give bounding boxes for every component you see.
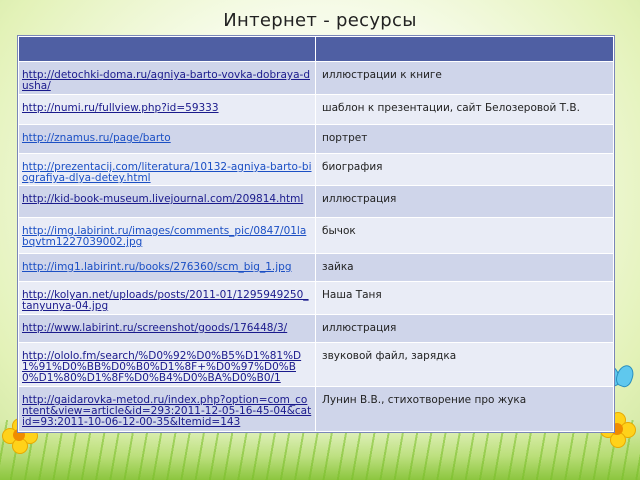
resource-link[interactable]: http://kid-book-museum.livejournal.com/2…: [18, 185, 316, 218]
resource-description: иллюстрация: [315, 314, 614, 343]
table-row: http://img1.labirint.ru/books/276360/scm…: [18, 253, 614, 282]
resource-link[interactable]: http://img1.labirint.ru/books/276360/scm…: [18, 253, 316, 282]
resource-description: портрет: [315, 124, 614, 154]
resource-description: зайка: [315, 253, 614, 282]
table-header-cell: [18, 36, 316, 62]
table-row: http://img.labirint.ru/images/comments_p…: [18, 217, 614, 254]
resource-description: иллюстрация: [315, 185, 614, 218]
resource-description: биография: [315, 153, 614, 186]
resource-link[interactable]: http://www.labirint.ru/screenshot/goods/…: [18, 314, 316, 343]
table-header-row: [18, 36, 614, 62]
resource-link[interactable]: http://gaidarovka-metod.ru/index.php?opt…: [18, 386, 316, 432]
table-row: http://kid-book-museum.livejournal.com/2…: [18, 185, 614, 218]
resource-description: звуковой файл, зарядка: [315, 342, 614, 387]
resource-description: Наша Таня: [315, 281, 614, 315]
resource-link[interactable]: http://detochki-doma.ru/agniya-barto-vov…: [18, 61, 316, 95]
page-title: Интернет - ресурсы: [223, 10, 417, 31]
table-row: http://gaidarovka-metod.ru/index.php?opt…: [18, 386, 614, 432]
table-row: http://ololo.fm/search/%D0%92%D0%B5%D1%8…: [18, 342, 614, 387]
resource-link[interactable]: http://kolyan.net/uploads/posts/2011-01/…: [18, 281, 316, 315]
resource-link[interactable]: http://ololo.fm/search/%D0%92%D0%B5%D1%8…: [18, 342, 316, 387]
resource-link[interactable]: http://znamus.ru/page/barto: [18, 124, 316, 154]
table-row: http://znamus.ru/page/barto портрет: [18, 124, 614, 154]
resources-table: http://detochki-doma.ru/agniya-barto-vov…: [17, 35, 615, 433]
resource-description: иллюстрации к книге: [315, 61, 614, 95]
table-row: http://www.labirint.ru/screenshot/goods/…: [18, 314, 614, 343]
table-row: http://prezentacij.com/literatura/10132-…: [18, 153, 614, 186]
table-row: http://numi.ru/fullview.php?id=59333 шаб…: [18, 94, 614, 125]
resource-link[interactable]: http://prezentacij.com/literatura/10132-…: [18, 153, 316, 186]
resource-description: шаблон к презентации, сайт Белозеровой Т…: [315, 94, 614, 125]
resource-description: Лунин В.В., стихотворение про жука: [315, 386, 614, 432]
resource-link[interactable]: http://img.labirint.ru/images/comments_p…: [18, 217, 316, 254]
resource-link[interactable]: http://numi.ru/fullview.php?id=59333: [18, 94, 316, 125]
resource-description: бычок: [315, 217, 614, 254]
table-row: http://detochki-doma.ru/agniya-barto-vov…: [18, 61, 614, 95]
table-header-cell: [315, 36, 614, 62]
table-row: http://kolyan.net/uploads/posts/2011-01/…: [18, 281, 614, 315]
